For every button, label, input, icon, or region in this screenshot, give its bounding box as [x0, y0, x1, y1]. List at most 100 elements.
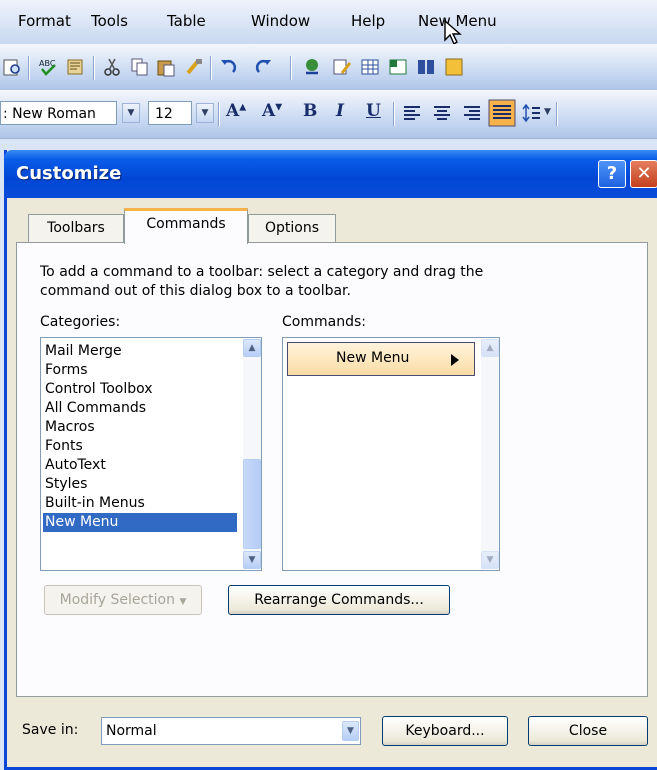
list-item[interactable]: Styles [43, 475, 241, 494]
modify-selection-button[interactable]: Modify Selection ▼ [44, 585, 202, 615]
list-item[interactable]: Forms [43, 361, 241, 380]
menu-help-label: Help [351, 12, 386, 30]
tab-options[interactable]: Options [248, 214, 336, 242]
spelling-icon[interactable]: ABC [38, 57, 58, 77]
toolbar-separator [28, 56, 30, 80]
submenu-arrow-icon [451, 354, 459, 366]
mouse-cursor-icon [444, 20, 462, 46]
drawing-icon[interactable] [444, 57, 464, 77]
scroll-up-icon[interactable]: ▲ [481, 339, 499, 357]
copy-icon[interactable] [130, 57, 150, 77]
dropdown-arrow-icon: ▼ [179, 597, 187, 607]
scroll-thumb[interactable] [243, 459, 261, 549]
underline-glyph: U [366, 101, 381, 121]
categories-label: Categories: [40, 314, 121, 330]
rearrange-commands-label: Rearrange Commands... [254, 592, 424, 608]
categories-list[interactable]: Mail Merge Forms Control Toolbox All Com… [40, 337, 262, 571]
italic-glyph: I [336, 101, 344, 121]
rearrange-commands-button[interactable]: Rearrange Commands... [228, 585, 450, 615]
insert-excel-icon[interactable] [388, 57, 408, 77]
align-right-icon[interactable] [462, 103, 482, 123]
justify-icon[interactable] [488, 99, 516, 127]
instructions-line-2: command out of this dialog box to a tool… [40, 283, 351, 299]
menu-tools-label: Tools [91, 12, 128, 30]
tables-borders-icon[interactable] [332, 57, 352, 77]
italic-button[interactable]: I [336, 101, 344, 121]
tab-options-label: Options [264, 220, 320, 236]
bold-glyph: B [303, 101, 318, 121]
menu-window-label: Window [251, 12, 311, 30]
print-preview-icon[interactable] [2, 57, 22, 77]
line-spacing-dropdown-icon[interactable]: ▼ [544, 107, 551, 117]
save-in-dropdown-icon[interactable]: ▼ [342, 721, 359, 741]
categories-scrollbar[interactable]: ▲ ▼ [243, 339, 261, 569]
cut-icon[interactable] [102, 57, 122, 77]
toolbar-separator [93, 56, 95, 80]
menu-window[interactable]: Window [251, 12, 310, 30]
scroll-down-icon[interactable]: ▼ [243, 551, 261, 569]
formatting-toolbar: : New Roman ▼ 12 ▼ A▲ A▼ B I U ▼ [0, 90, 657, 139]
close-button[interactable]: Close [528, 716, 648, 746]
underline-button[interactable]: U [366, 101, 381, 121]
list-item[interactable]: Macros [43, 418, 241, 437]
commands-scrollbar[interactable]: ▲ ▼ [481, 339, 499, 569]
font-size-combo[interactable]: 12 [148, 101, 192, 125]
dialog-title: Customize [16, 163, 122, 184]
list-item[interactable]: Mail Merge [43, 342, 241, 361]
align-center-icon[interactable] [432, 103, 452, 123]
tab-toolbars[interactable]: Toolbars [28, 214, 124, 242]
list-item[interactable]: Control Toolbox [43, 380, 241, 399]
font-name-combo[interactable]: : New Roman [0, 101, 117, 125]
help-button[interactable]: ? [598, 160, 626, 188]
insert-table-icon[interactable] [360, 57, 380, 77]
columns-icon[interactable] [416, 57, 436, 77]
font-size-value: 12 [155, 106, 173, 122]
research-icon[interactable] [66, 57, 86, 77]
close-icon: ✕ [636, 163, 652, 184]
list-item[interactable]: Fonts [43, 437, 241, 456]
grow-font-glyph: A [226, 101, 240, 121]
instructions-line-1: To add a command to a toolbar: select a … [40, 264, 484, 280]
command-item-label: New Menu [336, 350, 410, 366]
list-item[interactable]: All Commands [43, 399, 241, 418]
tab-commands-label: Commands [146, 216, 226, 232]
toolbar-separator [210, 56, 212, 80]
keyboard-button[interactable]: Keyboard... [382, 716, 508, 746]
modify-selection-label: Modify Selection [59, 592, 175, 608]
list-item[interactable]: AutoText [43, 456, 241, 475]
undo-icon[interactable] [218, 57, 238, 77]
bold-button[interactable]: B [303, 101, 317, 121]
scroll-down-icon[interactable]: ▼ [481, 551, 499, 569]
save-in-label: Save in: [22, 722, 79, 738]
grow-font-button[interactable]: A▲ [226, 101, 246, 121]
command-item-new-menu[interactable]: New Menu [287, 342, 475, 376]
close-window-button[interactable]: ✕ [630, 160, 657, 188]
list-item[interactable]: Built-in Menus [43, 494, 241, 513]
menu-tools[interactable]: Tools [91, 12, 128, 30]
hyperlink-icon[interactable] [302, 57, 322, 77]
menu-help[interactable]: Help [351, 12, 385, 30]
scroll-up-icon[interactable]: ▲ [243, 339, 261, 357]
dialog-title-bar[interactable]: Customize ? ✕ [4, 150, 657, 198]
paste-icon[interactable] [156, 57, 176, 77]
toolbar-separator [556, 102, 558, 126]
tab-toolbars-label: Toolbars [47, 220, 105, 236]
redo-icon[interactable] [254, 57, 274, 77]
font-name-value: : New Roman [3, 106, 96, 122]
help-icon: ? [606, 163, 618, 184]
align-left-icon[interactable] [402, 103, 422, 123]
keyboard-button-label: Keyboard... [405, 723, 485, 739]
menu-format[interactable]: Format [18, 12, 71, 30]
toolbar-separator [393, 102, 395, 126]
font-size-dropdown-icon[interactable]: ▼ [196, 103, 214, 123]
line-spacing-icon[interactable] [522, 103, 542, 123]
format-painter-icon[interactable] [184, 57, 204, 77]
save-in-combo[interactable]: Normal [101, 717, 361, 745]
list-item-selected[interactable]: New Menu [43, 513, 237, 532]
shrink-font-button[interactable]: A▼ [262, 101, 282, 121]
menu-table[interactable]: Table [167, 12, 206, 30]
font-name-dropdown-icon[interactable]: ▼ [122, 103, 140, 123]
toolbar-separator [290, 56, 292, 80]
menu-format-label: Format [18, 12, 71, 30]
tab-commands[interactable]: Commands [124, 208, 248, 244]
